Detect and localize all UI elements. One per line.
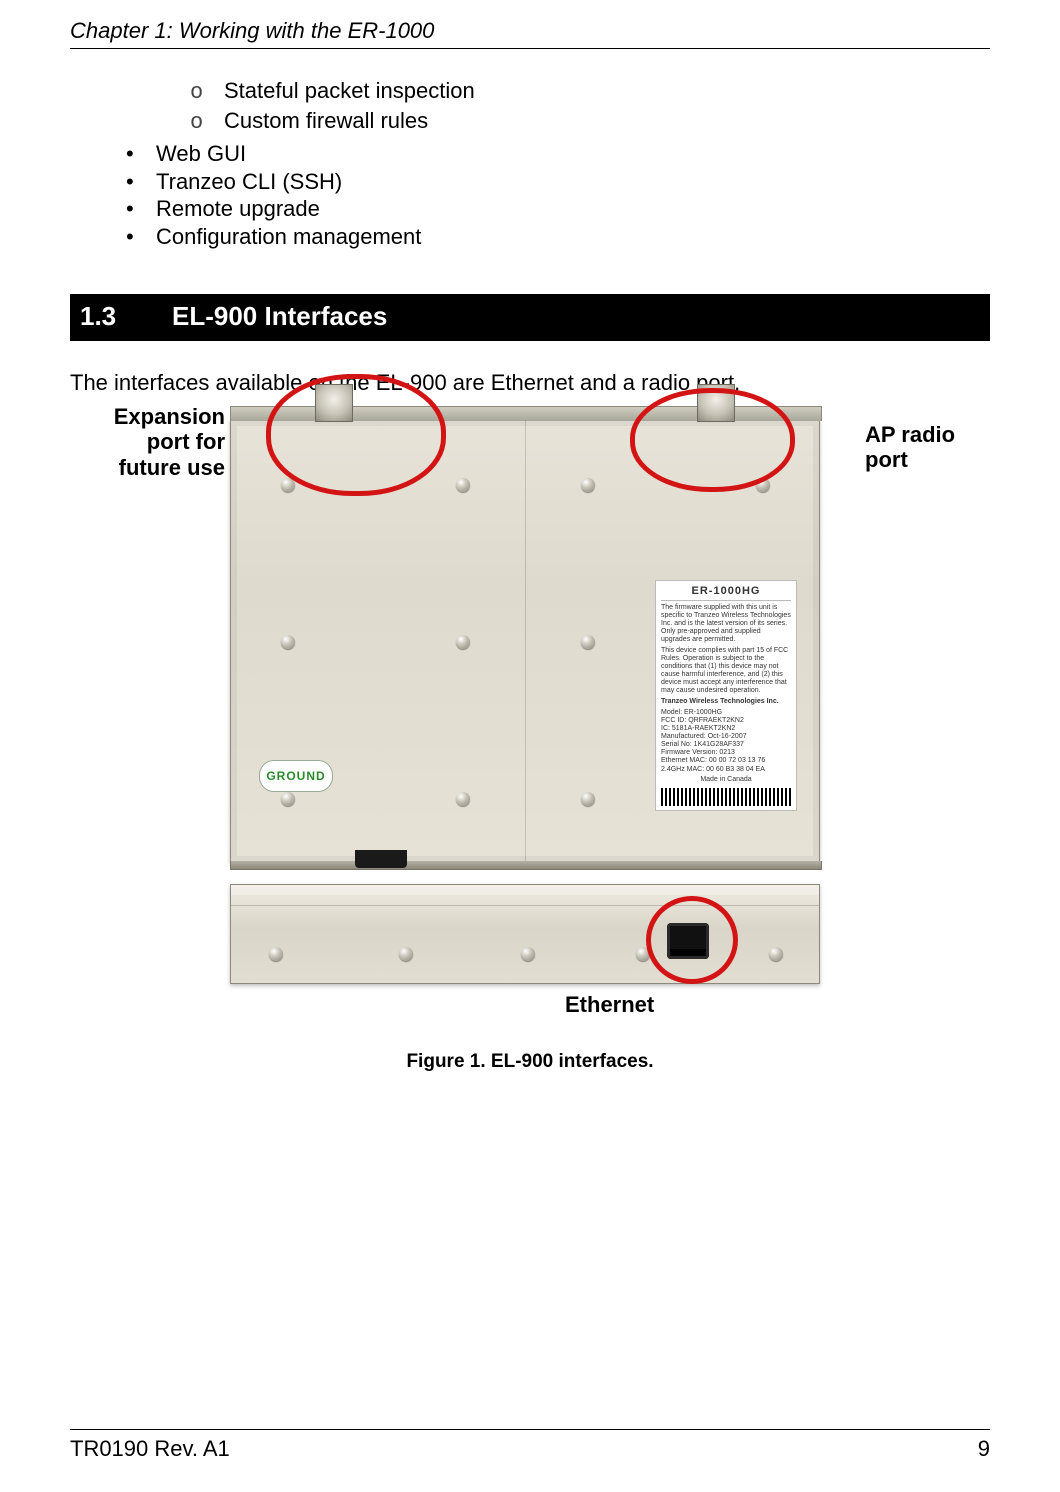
page-footer: TR0190 Rev. A1 9 [70, 1429, 990, 1462]
callout-expansion-port: Expansion port for future use [65, 404, 225, 480]
nested-list: Stateful packet inspection Custom firewa… [70, 77, 990, 136]
ethernet-port-icon [667, 923, 709, 959]
section-intro: The interfaces available on the EL-900 a… [70, 369, 990, 397]
spec-title: ER-1000HG [661, 585, 791, 601]
list-item: Tranzeo CLI (SSH) [126, 168, 990, 196]
callout-text: Expansion [114, 404, 225, 429]
screw-icon [269, 947, 283, 961]
enclosure-seam [525, 420, 526, 862]
list-item: Configuration management [126, 223, 990, 251]
running-header: Chapter 1: Working with the ER-1000 [70, 18, 990, 44]
callout-ethernet: Ethernet [565, 992, 654, 1017]
bottom-port-icon [355, 850, 407, 868]
figure: Expansion port for future use AP radio p… [70, 404, 990, 1034]
section-title: EL-900 Interfaces [172, 300, 387, 333]
spec-made-in: Made in Canada [661, 776, 791, 784]
spec-line: FCC ID: QRFRAEKT2KN2 [661, 717, 791, 725]
rf-connector-icon [697, 384, 735, 422]
spec-line: Serial No: 1K41G28AF337 [661, 741, 791, 749]
ground-label: GROUND [259, 760, 333, 792]
list-item: Web GUI [126, 140, 990, 168]
feature-list: Web GUI Tranzeo CLI (SSH) Remote upgrade… [70, 140, 990, 250]
device-side-view [230, 884, 820, 984]
device-top-view: GROUND ER-1000HG The firmware supplied w… [230, 419, 820, 863]
list-item: Stateful packet inspection [190, 77, 990, 107]
screw-icon [581, 478, 595, 492]
callout-ap-radio-port: AP radio port [865, 422, 995, 473]
screw-icon [281, 635, 295, 649]
spec-line: Manufactured: Oct-16-2007 [661, 733, 791, 741]
spec-line: Ethernet MAC: 00 00 72 03 13 76 [661, 757, 791, 765]
spec-line: 2.4GHz MAC: 00 60 B3 38 04 EA [661, 766, 791, 774]
doc-revision: TR0190 Rev. A1 [70, 1436, 230, 1462]
screw-icon [281, 792, 295, 806]
figure-caption: Figure 1. EL-900 interfaces. [70, 1050, 990, 1074]
screw-icon [456, 792, 470, 806]
callout-text: port [865, 447, 908, 472]
callout-text: future use [119, 455, 225, 480]
screw-icon [281, 478, 295, 492]
screw-icon [456, 478, 470, 492]
callout-text: AP radio [865, 422, 955, 447]
list-item: Custom firewall rules [190, 107, 990, 137]
spec-line: Firmware Version: 0213 [661, 749, 791, 757]
screw-icon [456, 635, 470, 649]
rf-connector-icon [315, 384, 353, 422]
page-number: 9 [978, 1436, 990, 1462]
spec-text: The firmware supplied with this unit is … [661, 604, 791, 644]
screw-icon [581, 792, 595, 806]
screw-icon [756, 478, 770, 492]
screw-icon [581, 635, 595, 649]
header-rule [70, 48, 990, 49]
screw-icon [636, 947, 650, 961]
callout-text: port for [147, 429, 225, 454]
section-header: 1.3 EL-900 Interfaces [70, 294, 990, 341]
section-number: 1.3 [80, 300, 172, 333]
screw-icon [399, 947, 413, 961]
spec-line: IC: 5181A-RAEKT2KN2 [661, 725, 791, 733]
spec-sticker: ER-1000HG The firmware supplied with thi… [655, 580, 797, 811]
list-item: Remote upgrade [126, 195, 990, 223]
footer-rule [70, 1429, 990, 1430]
screw-icon [521, 947, 535, 961]
device-bottom-edge [230, 861, 822, 870]
spec-company: Tranzeo Wireless Technologies Inc. [661, 698, 791, 706]
barcode-icon [661, 788, 791, 806]
spec-text: This device complies with part 15 of FCC… [661, 647, 791, 695]
screw-icon [769, 947, 783, 961]
spec-line: Model: ER-1000HG [661, 709, 791, 717]
